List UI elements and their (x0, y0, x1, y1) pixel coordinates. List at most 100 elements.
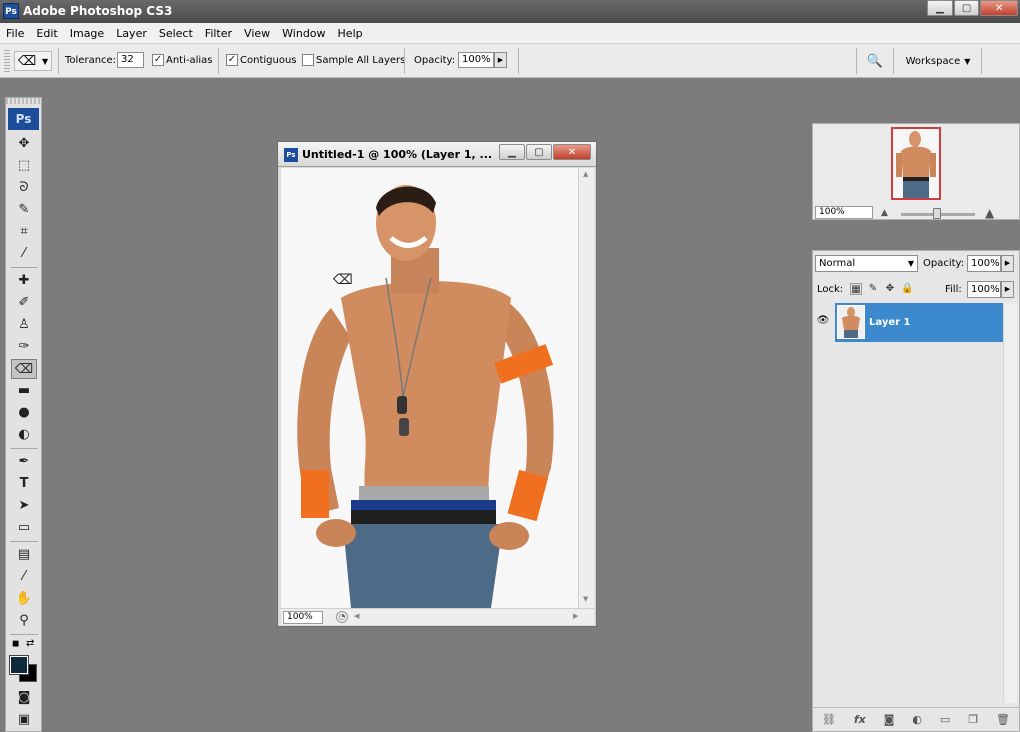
photoshop-logo[interactable]: Ps (8, 108, 39, 130)
scroll-down-icon[interactable]: ▼ (583, 595, 588, 603)
layer-mask-icon[interactable]: ◙ (884, 713, 895, 726)
maximize-button[interactable]: ▢ (953, 0, 980, 16)
layers-scrollbar[interactable] (1003, 303, 1017, 703)
gradient-tool-icon[interactable]: ▬ (11, 381, 37, 401)
bridge-button[interactable]: 🔍 (864, 51, 886, 71)
left-hand (316, 519, 356, 547)
panel-grip[interactable] (6, 98, 41, 104)
chevron-down-icon: ▼ (964, 56, 971, 66)
delete-layer-icon[interactable]: 🗑 (996, 713, 1010, 726)
zoom-out-icon[interactable]: ▲ (881, 208, 888, 218)
minimize-icon: ▁ (508, 146, 516, 158)
opacity-slider-button[interactable]: ▶ (494, 52, 507, 68)
window-title: Adobe Photoshop CS3 (23, 4, 173, 18)
shape-tool-icon[interactable]: ▭ (11, 518, 37, 538)
new-group-icon[interactable]: ▭ (940, 713, 950, 726)
doc-maximize-button[interactable]: ▢ (526, 144, 552, 160)
navigator-thumbnail[interactable] (891, 127, 941, 200)
menu-window[interactable]: Window (276, 27, 331, 40)
layer-fill-input[interactable]: 100% (967, 281, 1001, 298)
vertical-scrollbar[interactable]: ▲ ▼ (578, 168, 594, 608)
menu-layer[interactable]: Layer (110, 27, 153, 40)
zoom-slider-knob[interactable] (933, 208, 941, 219)
path-selection-icon[interactable]: ➤ (11, 496, 37, 516)
menu-help[interactable]: Help (332, 27, 369, 40)
lock-all-icon[interactable]: 🔒 (901, 283, 913, 295)
link-layers-icon[interactable]: ⛓ (822, 713, 836, 726)
divider (218, 48, 219, 74)
layer-opacity-slider-button[interactable]: ▶ (1001, 255, 1014, 272)
divider (893, 48, 894, 74)
crop-tool-icon[interactable]: ⌗ (11, 222, 37, 242)
screen-mode-icon[interactable]: ▣ (11, 710, 37, 730)
status-info-icon[interactable]: ◔ (336, 611, 348, 623)
pen-tool-icon[interactable]: ✒ (11, 452, 37, 472)
lock-transparency-icon[interactable]: ▦ (850, 283, 862, 295)
divider (518, 48, 519, 74)
hand-tool-icon[interactable]: ✋ (11, 589, 37, 609)
dodge-tool-icon[interactable]: ◐ (11, 425, 37, 445)
sample-all-layers-checkbox[interactable] (302, 54, 314, 66)
layer-thumbnail-preview (842, 307, 860, 338)
contiguous-checkbox[interactable]: ✓ (226, 54, 238, 66)
document-window-controls: ▁ ▢ ✕ (498, 144, 594, 161)
scroll-right-icon[interactable]: ▶ (573, 612, 578, 620)
default-colors-icon[interactable]: ◼ (12, 639, 19, 649)
layer-style-icon[interactable]: fx (854, 713, 866, 726)
close-button[interactable]: ✕ (980, 0, 1019, 16)
lock-position-icon[interactable]: ✥ (884, 283, 896, 295)
adjustment-layer-icon[interactable]: ◐ (912, 713, 922, 726)
opacity-input[interactable]: 100% (458, 52, 494, 68)
tool-preset-picker[interactable]: ⌫ ▼ (14, 51, 52, 71)
layer-row[interactable]: Layer 1 (835, 303, 1003, 342)
type-tool-icon[interactable]: T (11, 474, 37, 494)
document-title-bar[interactable]: Ps Untitled-1 @ 100% (Layer 1, ... ▁ ▢ ✕ (278, 142, 596, 167)
menu-file[interactable]: File (0, 27, 30, 40)
eraser-tool-icon[interactable]: ⌫ (11, 359, 37, 379)
zoom-tool-icon[interactable]: ⚲ (11, 611, 37, 631)
antialias-checkbox[interactable]: ✓ (152, 54, 164, 66)
healing-brush-icon[interactable]: ✚ (11, 271, 37, 291)
blend-mode-select[interactable]: Normal ▼ (815, 255, 918, 272)
tolerance-input[interactable]: 32 (117, 52, 144, 68)
layer-opacity-input[interactable]: 100% (967, 255, 1001, 272)
eyedropper-tool-icon[interactable]: ⁄ (11, 567, 37, 587)
layer-fill-slider-button[interactable]: ▶ (1001, 281, 1014, 298)
zoom-in-icon[interactable]: ▲ (985, 206, 994, 220)
notes-tool-icon[interactable]: ▤ (11, 545, 37, 565)
document-zoom-field[interactable]: 100% (283, 611, 323, 624)
quick-selection-tool-icon[interactable]: ✎ (11, 200, 37, 220)
menu-edit[interactable]: Edit (30, 27, 63, 40)
document-canvas[interactable]: ⌫ (281, 168, 578, 608)
menu-select[interactable]: Select (153, 27, 199, 40)
new-layer-icon[interactable]: ❐ (968, 713, 978, 726)
foreground-color-swatch[interactable] (9, 655, 29, 675)
layer-visibility-eye-icon[interactable]: 👁 (815, 315, 831, 329)
scroll-up-icon[interactable]: ▲ (583, 170, 588, 178)
history-brush-icon[interactable]: ✑ (11, 337, 37, 357)
scroll-left-icon[interactable]: ◀ (354, 612, 359, 620)
move-tool-icon[interactable]: ✥ (11, 134, 37, 154)
doc-minimize-button[interactable]: ▁ (499, 144, 525, 160)
menu-view[interactable]: View (238, 27, 276, 40)
quick-mask-icon[interactable]: ◙ (11, 688, 37, 708)
minimize-button[interactable]: ▁ (927, 0, 953, 16)
slice-tool-icon[interactable]: ⁄ (11, 244, 37, 264)
tools-panel: Ps ✥ ⬚ ᘐ ✎ ⌗ ⁄ ✚ ✐ ♙ ✑ ⌫ ▬ ● ◐ ✒ T ➤ ▭ ▤… (5, 97, 42, 732)
clone-stamp-icon[interactable]: ♙ (11, 315, 37, 335)
marquee-tool-icon[interactable]: ⬚ (11, 156, 37, 176)
right-wristband (507, 469, 549, 522)
preview-belt (903, 177, 929, 181)
dog-tag (397, 396, 407, 414)
lasso-tool-icon[interactable]: ᘐ (11, 178, 37, 198)
brush-tool-icon[interactable]: ✐ (11, 293, 37, 313)
menu-filter[interactable]: Filter (199, 27, 238, 40)
swap-colors-icon[interactable]: ⇄ (26, 638, 34, 649)
workspace-menu[interactable]: Workspace ▼ (900, 52, 976, 70)
navigator-zoom-field[interactable]: 100% (815, 206, 873, 219)
menu-image[interactable]: Image (64, 27, 110, 40)
lock-pixels-icon[interactable]: ✎ (867, 283, 879, 295)
blur-tool-icon[interactable]: ● (11, 403, 37, 423)
chevron-down-icon: ▼ (907, 259, 914, 268)
doc-close-button[interactable]: ✕ (553, 144, 591, 160)
